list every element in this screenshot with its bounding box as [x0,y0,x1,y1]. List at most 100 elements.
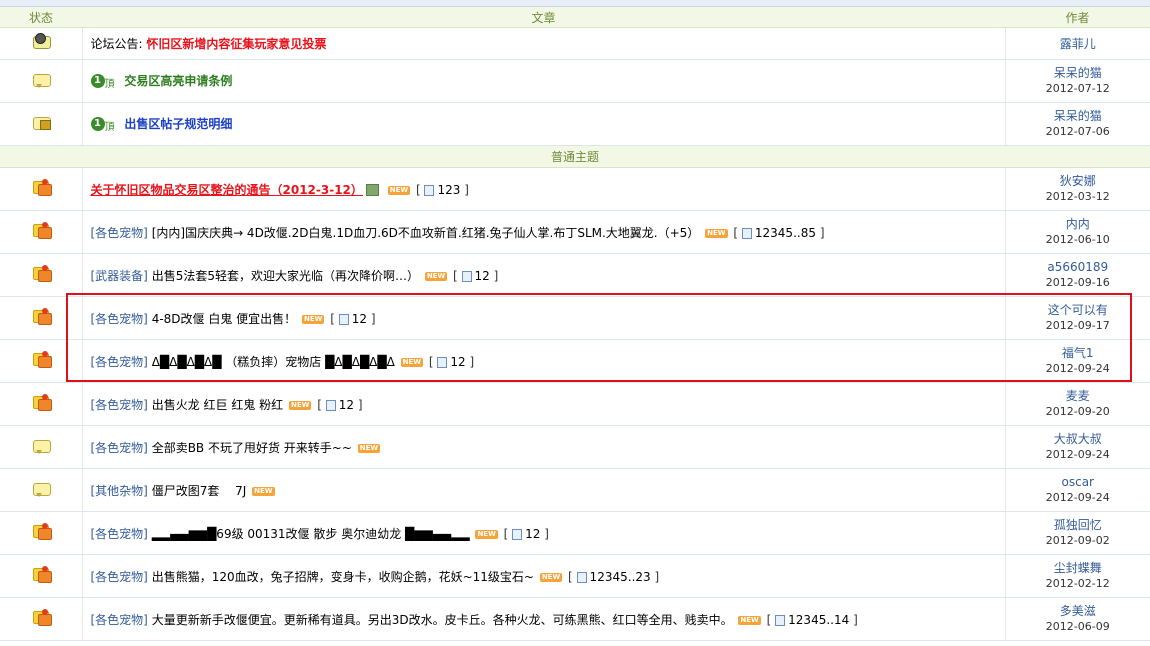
page-link[interactable]: 2 [763,226,771,240]
page-link[interactable]: 3 [770,226,778,240]
pages-icon [576,571,587,583]
author-link[interactable]: 大叔大叔 [1006,431,1150,447]
hot-thread-icon [30,608,52,627]
author-link[interactable]: 福气1 [1006,345,1150,361]
page-link[interactable]: 4 [612,570,620,584]
page-link[interactable]: 4 [811,613,819,627]
page-link[interactable]: 2 [597,570,605,584]
page-bracket-open: [ [733,225,739,240]
author-link[interactable]: 麦麦 [1006,388,1150,404]
thread-row: [各色宠物] 4-8D改偃 白鬼 便宜出售！ NEW [ 12 ] 这个可以有 20… [0,296,1150,340]
thread-title[interactable]: 大量更新新手改偃便宜。更新稀有道具。另出3D改水。皮卡丘。各种火龙、可练黑熊、红… [152,613,733,627]
pages-icon [741,227,752,239]
thread-category[interactable]: [各色宠物] [91,312,148,326]
section-separator: 普通主题 [0,145,1150,168]
page-bracket-open: [ [428,354,434,369]
thread-title[interactable]: Δ█Δ█Δ█Δ█ （糕负摔）宠物店 █Δ█Δ█Δ█Δ [152,355,395,369]
author-link[interactable]: 呆呆的猫 [1006,65,1150,81]
author-link[interactable]: 内内 [1006,216,1150,232]
author-link[interactable]: 多美滋 [1006,603,1150,619]
post-date: 2012-09-24 [1045,362,1110,375]
hot-thread-icon [30,522,52,541]
page-link[interactable]: 5 [620,570,628,584]
author-link[interactable]: 这个可以有 [1006,302,1150,318]
page-link: .. [826,612,834,627]
author-link[interactable]: oscar [1006,474,1150,490]
page-link[interactable]: 1 [755,226,763,240]
author-link[interactable]: 孤独回忆 [1006,517,1150,533]
thread-category[interactable]: [各色宠物] [91,441,148,455]
page-bracket-open: [ [503,526,509,541]
thread-title[interactable]: 出售熊猫，120血改，兔子招牌，变身卡，收购企鹅，花妖~11级宝石~ [152,570,534,584]
header-author: 作者 [1005,7,1150,28]
page-link[interactable]: 2 [458,355,466,369]
page-link[interactable]: 2 [482,269,490,283]
thread-category[interactable]: [武器装备] [91,269,148,283]
thread-category[interactable]: [各色宠物] [91,355,148,369]
pinned-row: 1頂 出售区帖子规范明细 呆呆的猫 2012-07-06 [0,102,1150,146]
thread-title[interactable]: 交易区高亮申请条例 [124,74,232,88]
thread-title[interactable]: 僵尸改图7套 7J [152,484,247,498]
thread-category[interactable]: [各色宠物] [91,527,148,541]
page-link[interactable]: 2 [445,183,453,197]
page-link[interactable]: 2 [359,312,367,326]
thread-category[interactable]: [各色宠物] [91,570,148,584]
new-badge: NEW [539,572,563,582]
pages-icon [512,528,523,540]
page-bracket-close: ] [819,225,825,240]
new-badge: NEW [252,486,275,496]
thread-row: [各色宠物] Δ█Δ█Δ█Δ█ （糕负摔）宠物店 █Δ█Δ█Δ█Δ NEW [ … [0,339,1150,383]
author-link[interactable]: 呆呆的猫 [1006,108,1150,124]
announcement-title[interactable]: 怀旧区新增内容征集玩家意见投票 [146,37,326,51]
thread-title[interactable]: 4-8D改偃 白鬼 便宜出售！ [152,312,296,326]
thread-title[interactable]: 全部卖BB 不玩了甩好货 开来转手~~ [152,441,352,455]
page-link[interactable]: 14 [834,613,849,627]
page-link[interactable]: 85 [801,226,816,240]
thread-title[interactable]: [内内]国庆庆典→ 4D改偃.2D白鬼.1D血刀.6D不血攻新首.红猪.兔子仙人… [152,226,700,240]
page-link[interactable]: 3 [453,183,461,197]
page-link[interactable]: 1 [437,183,445,197]
pages-icon [424,184,435,196]
author-link[interactable]: 尘封蝶舞 [1006,560,1150,576]
thread-row: [各色宠物] 出售火龙 红巨 红鬼 粉红 NEW [ 12 ] 麦麦 2012-09… [0,382,1150,426]
new-badge: NEW [288,400,312,410]
page-bracket-close: ] [357,397,363,412]
page-bracket-open: [ [415,182,421,197]
thread-category[interactable]: [其他杂物] [91,484,148,498]
page-link[interactable]: 5 [785,226,793,240]
page-bracket-open: [ [568,569,573,584]
thread-icon [30,71,52,89]
post-date: 2012-07-12 [1045,82,1110,95]
post-date: 2012-02-12 [1045,577,1110,590]
thread-category[interactable]: [各色宠物] [91,613,148,627]
thread-title[interactable]: ▂▂▄▄▆▆█69级 00131改偃 散步 奥尔迪幼龙 █▆▆▄▄▂▂ [152,527,470,541]
new-badge: NEW [738,615,761,625]
thread-title[interactable]: 出售火龙 红巨 红鬼 粉红 [152,398,283,412]
page-link[interactable]: 1 [525,527,533,541]
author-link[interactable]: 狄安娜 [1006,173,1150,189]
page-bracket-close: ] [469,354,475,369]
thread-title[interactable]: 出售区帖子规范明细 [124,117,232,131]
hot-thread-icon [30,393,52,412]
author-link[interactable]: 露菲儿 [1006,36,1150,52]
thread-category[interactable]: [各色宠物] [91,398,148,412]
thread-row: [各色宠物] 全部卖BB 不玩了甩好货 开来转手~~ NEW 大叔大叔 2012-0… [0,425,1150,469]
page-link[interactable]: 2 [533,527,541,541]
page-bracket-close: ] [370,311,376,326]
thread-title[interactable]: 出售5法套5轻套，欢迎大家光临（再次降价啊…） [152,269,419,283]
thread-icon [30,480,52,498]
page-link[interactable]: 3 [803,613,811,627]
hot-thread-icon [30,307,52,326]
thread-title[interactable]: 关于怀旧区物品交易区整治的通告（2012-3-12） [91,183,363,197]
thread-category[interactable]: [各色宠物] [91,226,148,240]
post-date: 2012-09-16 [1045,276,1110,289]
page-link[interactable]: 23 [635,570,650,584]
author-link[interactable]: a5660189 [1006,259,1150,275]
new-badge: NEW [387,185,411,195]
page-link[interactable]: 1 [788,613,796,627]
thread-row: [各色宠物] [内内]国庆庆典→ 4D改偃.2D白鬼.1D血刀.6D不血攻新首.… [0,210,1150,254]
page-link[interactable]: 2 [346,398,354,412]
page-link[interactable]: 1 [450,355,458,369]
locked-thread-icon [30,114,52,132]
post-date: 2012-09-24 [1045,491,1110,504]
